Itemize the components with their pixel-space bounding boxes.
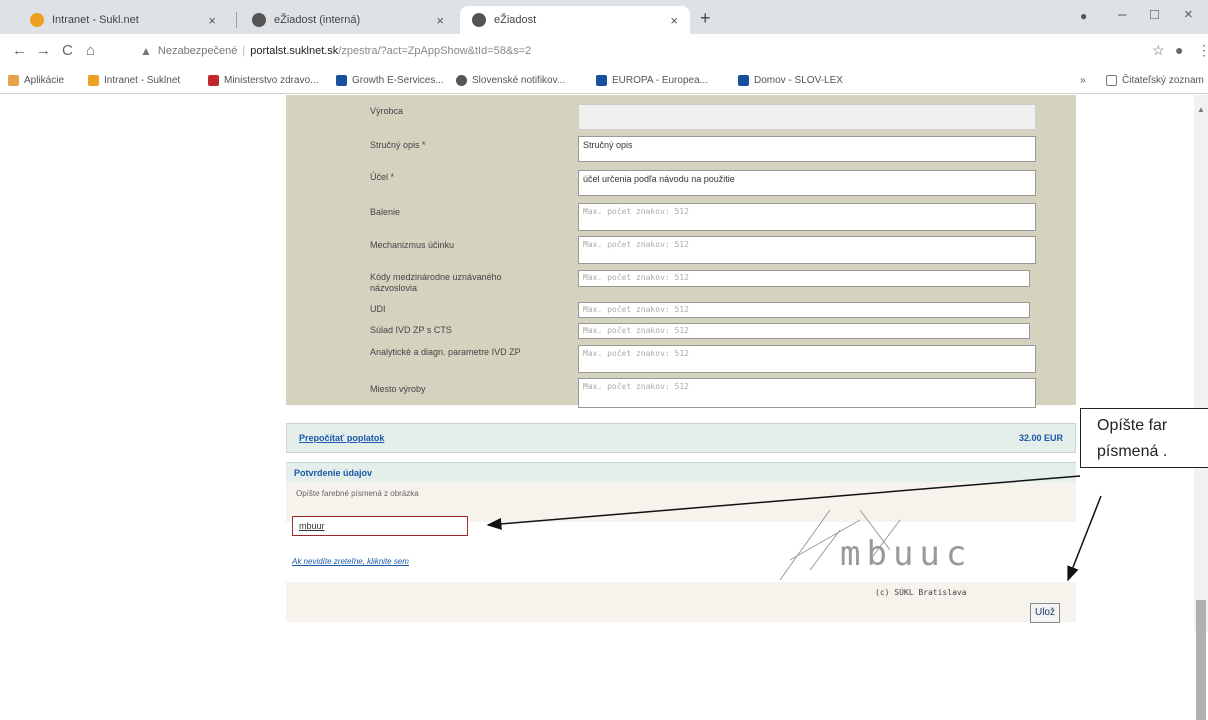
bookmark-notifikov[interactable]: Slovenské notifikov... bbox=[456, 75, 565, 86]
bookmark-ministry[interactable]: Ministerstvo zdravo... bbox=[208, 75, 318, 86]
label-ucel: Účel * bbox=[370, 172, 395, 182]
eu-flag-icon bbox=[336, 75, 347, 86]
bookmark-label: Intranet - Suklnet bbox=[104, 75, 181, 86]
security-label: Nezabezpečené bbox=[157, 45, 238, 57]
field-kody[interactable]: Max. počet znakov: 512 bbox=[578, 270, 1030, 287]
label-mechanizmus: Mechanizmus účinku bbox=[370, 240, 455, 250]
bookmark-label: Aplikácie bbox=[24, 75, 65, 86]
eu-flag-icon bbox=[596, 75, 607, 86]
globe-icon bbox=[472, 13, 486, 27]
tab-eziadost[interactable]: eŽiadost × bbox=[460, 6, 690, 34]
home-button[interactable]: ⌂ bbox=[86, 42, 95, 59]
label-balenie: Balenie bbox=[370, 207, 401, 217]
field-vyrobca bbox=[578, 104, 1036, 130]
tab-intranet[interactable]: Intranet - Sukl.net × bbox=[18, 6, 228, 34]
url-path: /zpestra/?act=ZpAppShow&tId=58&s=2 bbox=[338, 45, 532, 57]
url-divider: | bbox=[242, 45, 246, 57]
captcha-refresh-link[interactable]: Ak nevidíte zreteľne, kliknite sem bbox=[292, 557, 409, 566]
shield-icon bbox=[208, 75, 219, 86]
bookmark-intranet[interactable]: Intranet - Suklnet bbox=[88, 75, 180, 86]
confirm-section-header: Potvrdenie údajov bbox=[286, 462, 1076, 482]
url-host: portalst.suklnet.sk bbox=[250, 45, 339, 57]
label-strucny-opis: Stručný opis * bbox=[370, 140, 426, 150]
field-balenie[interactable]: Max. počet znakov: 512 bbox=[578, 203, 1036, 231]
field-mechanizmus[interactable]: Max. počet znakov: 512 bbox=[578, 236, 1036, 264]
reload-button[interactable]: C bbox=[62, 42, 73, 59]
menu-icon[interactable]: ⋮ bbox=[1197, 42, 1208, 59]
address-bar[interactable]: ▲ Nezabezpečené | portalst.suklnet.sk /z… bbox=[140, 39, 1100, 63]
confirm-title: Potvrdenie údajov bbox=[294, 468, 373, 478]
bookmark-label: EUROPA - Europea... bbox=[612, 75, 708, 86]
field-ucel[interactable]: účel určenia podľa návodu na použitie bbox=[578, 170, 1036, 196]
slovlex-icon bbox=[738, 75, 749, 86]
globe-icon bbox=[456, 75, 467, 86]
back-button[interactable]: ← bbox=[12, 42, 27, 59]
label-sulad: Súlad IVD ZP s CTS bbox=[370, 325, 452, 335]
profile-icon[interactable]: ● bbox=[1080, 9, 1087, 23]
forward-button[interactable]: → bbox=[36, 42, 51, 59]
bookmark-europa[interactable]: EUROPA - Europea... bbox=[596, 75, 708, 86]
tab-eziadost-interna[interactable]: eŽiadost (interná) × bbox=[240, 6, 456, 34]
field-analyticke[interactable]: Max. počet znakov: 512 bbox=[578, 345, 1036, 373]
recalculate-fee-link[interactable]: Prepočítať poplatok bbox=[299, 433, 384, 443]
bookmark-apps[interactable]: Aplikácie bbox=[8, 75, 64, 86]
scrollbar[interactable]: ▲ bbox=[1194, 95, 1208, 720]
captcha-text: mbuuc bbox=[840, 534, 972, 574]
field-udi[interactable]: Max. počet znakov: 512 bbox=[578, 302, 1030, 318]
account-icon[interactable]: ● bbox=[1175, 42, 1183, 58]
bookmark-slovlex[interactable]: Domov - SLOV-LEX bbox=[738, 75, 843, 86]
label-analyticke: Analytické a diagn. parametre IVD ZP bbox=[370, 347, 521, 357]
window-close-button[interactable]: × bbox=[1184, 6, 1193, 23]
callout-line-1: Opíšte far bbox=[1097, 417, 1168, 434]
apps-grid-icon bbox=[8, 75, 19, 86]
bookmarks-bar: Aplikácie Intranet - Suklnet Ministerstv… bbox=[0, 70, 1208, 94]
label-udi: UDI bbox=[370, 304, 386, 314]
bookmark-label: Growth E-Services... bbox=[352, 75, 444, 86]
browser-tab-bar: Intranet - Sukl.net × eŽiadost (interná)… bbox=[0, 0, 1208, 34]
field-sulad[interactable]: Max. počet znakov: 512 bbox=[578, 323, 1030, 339]
bookmark-label: Slovenské notifikov... bbox=[472, 75, 566, 86]
close-icon[interactable]: × bbox=[208, 13, 216, 28]
reading-list-label: Čitateľský zoznam bbox=[1122, 75, 1204, 86]
tab-title: Intranet - Sukl.net bbox=[52, 14, 139, 26]
label-miesto-vyroby: Miesto výroby bbox=[370, 384, 426, 394]
maximize-button[interactable]: □ bbox=[1150, 6, 1159, 23]
bookmark-growth[interactable]: Growth E-Services... bbox=[336, 75, 444, 86]
bookmark-label: Domov - SLOV-LEX bbox=[754, 75, 843, 86]
tab-separator bbox=[236, 12, 237, 28]
browser-toolbar: ← → C ⌂ ▲ Nezabezpečené | portalst.sukln… bbox=[0, 34, 1208, 70]
captcha-image: mbuuc bbox=[779, 509, 972, 581]
intranet-icon bbox=[88, 75, 99, 86]
copyright-text: (c) SÚKL Bratislava bbox=[875, 588, 967, 597]
tab-title: eŽiadost (interná) bbox=[274, 14, 361, 26]
scroll-thumb[interactable] bbox=[1196, 600, 1206, 720]
minimize-button[interactable]: – bbox=[1118, 6, 1126, 23]
annotation-callout: Opíšte far písmená . bbox=[1080, 408, 1208, 468]
globe-icon bbox=[252, 13, 266, 27]
field-miesto-vyroby[interactable]: Max. počet znakov: 512 bbox=[578, 378, 1036, 408]
label-vyrobca: Výrobca bbox=[370, 106, 404, 116]
callout-line-2: písmená . bbox=[1097, 443, 1168, 460]
captcha-input[interactable]: mbuur bbox=[292, 516, 468, 536]
new-tab-button[interactable]: + bbox=[700, 8, 711, 29]
close-icon[interactable]: × bbox=[670, 13, 678, 28]
reading-list-icon bbox=[1106, 75, 1117, 86]
captcha-input-value: mbuur bbox=[299, 521, 325, 531]
field-strucny-opis[interactable]: Stručný opis bbox=[578, 136, 1036, 162]
close-icon[interactable]: × bbox=[436, 13, 444, 28]
intranet-favicon-icon bbox=[30, 13, 44, 27]
scroll-up-icon[interactable]: ▲ bbox=[1197, 105, 1205, 114]
warning-icon: ▲ bbox=[140, 44, 152, 58]
fee-section: Prepočítať poplatok 32.00 EUR bbox=[286, 423, 1076, 453]
star-icon[interactable]: ☆ bbox=[1152, 42, 1165, 59]
captcha-label: Opíšte farebné písmená z obrázka bbox=[296, 489, 419, 498]
tab-title: eŽiadost bbox=[494, 14, 537, 26]
bookmarks-overflow-icon[interactable]: » bbox=[1080, 75, 1086, 86]
bookmark-label: Ministerstvo zdravo... bbox=[224, 75, 319, 86]
fee-amount: 32.00 EUR bbox=[1018, 433, 1063, 443]
label-kody: Kódy medzinárodne uznávaného názvoslovia bbox=[370, 272, 502, 293]
reading-list[interactable]: Čitateľský zoznam bbox=[1106, 75, 1204, 86]
save-button[interactable]: Ulož bbox=[1030, 603, 1060, 623]
